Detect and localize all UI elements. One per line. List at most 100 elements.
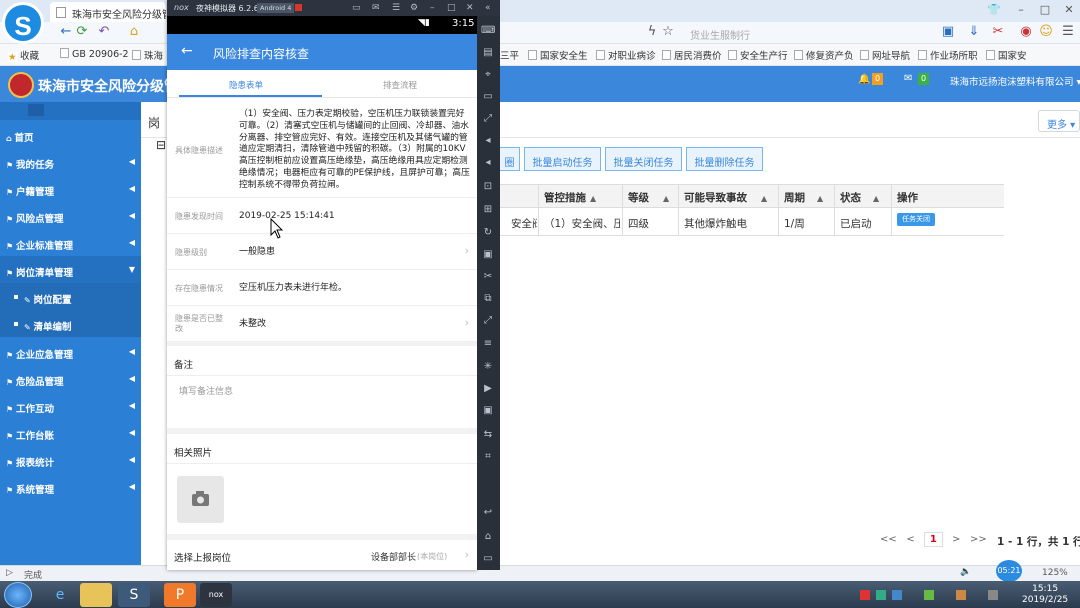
volume-down-icon[interactable]: ◂ xyxy=(481,156,495,170)
bookmark-item[interactable]: 对职业病诊 xyxy=(596,48,656,62)
column-header-status[interactable]: 状态 ▲ xyxy=(840,190,879,205)
star-icon[interactable]: ☆ xyxy=(660,24,676,40)
emu-maximize-icon[interactable]: □ xyxy=(447,3,456,13)
taskbar-clock[interactable]: 15:15 2019/2/25 xyxy=(1022,584,1068,606)
sync-icon[interactable]: ⇆ xyxy=(481,428,495,442)
sidebar-item[interactable]: ⚑ 企业标准管理 ◀ xyxy=(0,229,141,256)
report-row[interactable]: 选择上报岗位 设备部部长 (本岗位) › xyxy=(167,540,477,570)
cut-icon[interactable]: ✂ xyxy=(481,270,495,284)
close-task-button[interactable]: 任务关闭 xyxy=(897,213,935,226)
bookmark-item[interactable]: 国家安 xyxy=(986,48,1027,62)
bookmark-item[interactable]: GB 20906-2 xyxy=(60,48,129,60)
prev-page-button[interactable]: < xyxy=(906,534,914,545)
emu-minimize-icon[interactable]: – xyxy=(430,3,435,13)
emu-screen-icon[interactable]: ▭ xyxy=(352,3,361,13)
content-tab[interactable]: 岗 xyxy=(148,114,160,131)
sidebar-item[interactable]: ⚑ 户籍管理 ◀ xyxy=(0,175,141,202)
remark-input[interactable]: 填写备注信息 xyxy=(167,376,477,428)
lightning-icon[interactable]: ϟ xyxy=(644,24,660,40)
browser-task-icon[interactable]: S xyxy=(118,583,150,607)
minimize-icon[interactable]: – xyxy=(1012,3,1030,19)
android-back-icon[interactable]: ↩ xyxy=(481,506,495,520)
menu-icon[interactable]: ☰ xyxy=(1060,24,1076,40)
maximize-icon[interactable]: □ xyxy=(1036,3,1054,19)
bookmark-item[interactable]: ★ 收藏 xyxy=(8,48,39,63)
mail-icon[interactable]: ▣ xyxy=(940,24,956,40)
sidebar-item[interactable]: ⚑ 风险点管理 ◀ xyxy=(0,202,141,229)
apk-icon[interactable]: ▤ xyxy=(481,46,495,60)
tray-icon[interactable] xyxy=(956,590,966,600)
volume-icon[interactable]: 🔈 xyxy=(960,567,971,577)
sidebar-item[interactable]: ⚑ 报表统计 ◀ xyxy=(0,446,141,473)
sidebar-toggle[interactable] xyxy=(0,102,141,120)
bookmark-item[interactable]: 修复资产负 xyxy=(794,48,854,62)
folder-icon[interactable] xyxy=(80,583,112,607)
smile-icon[interactable]: ☺ xyxy=(1038,24,1054,40)
timer-badge[interactable]: 05:21 xyxy=(996,560,1022,582)
video-icon[interactable]: ▣ xyxy=(481,404,495,418)
tray-icon[interactable] xyxy=(876,590,886,600)
batch-button-partial[interactable]: 圈 xyxy=(500,147,520,171)
emu-collapse-icon[interactable]: « xyxy=(485,3,491,13)
level-row[interactable]: 隐患级别 一般隐患 › xyxy=(167,234,477,270)
browser-tab[interactable]: 珠海市安全风险分级管... xyxy=(50,2,166,22)
volume-up-icon[interactable]: ◂ xyxy=(481,134,495,148)
back-icon[interactable]: ← xyxy=(58,24,74,40)
rotate-icon[interactable]: ↻ xyxy=(481,226,495,240)
location-icon[interactable]: ⌖ xyxy=(481,68,495,82)
macro-icon[interactable]: ▣ xyxy=(481,248,495,262)
close-icon[interactable]: ✕ xyxy=(1060,3,1078,19)
more-icon[interactable]: ≡ xyxy=(481,337,495,351)
loading-icon[interactable]: ✳ xyxy=(481,360,495,374)
batch-delete-button[interactable]: 批量删除任务 xyxy=(686,147,763,171)
alert-icon[interactable] xyxy=(295,4,302,11)
expand-icon[interactable]: ⤢ xyxy=(481,314,495,328)
batch-start-button[interactable]: 批量启动任务 xyxy=(524,147,601,171)
robot-icon[interactable]: ⊞ xyxy=(481,203,495,217)
bookmark-item[interactable]: 作业场所职 xyxy=(918,48,978,62)
tray-icon[interactable] xyxy=(924,590,934,600)
column-header-period[interactable]: 周期 ▲ xyxy=(784,190,823,205)
sidebar-item[interactable]: ⚑ 工作台账 ◀ xyxy=(0,419,141,446)
fullscreen-icon[interactable]: ⤢ xyxy=(481,112,495,126)
fixed-row[interactable]: 隐患是否已整改 未整改 › xyxy=(167,306,477,342)
sidebar-item[interactable]: ⚑ 企业应急管理 ◀ xyxy=(0,338,141,365)
search-input[interactable]: 货业生服制行 xyxy=(690,24,850,42)
tray-icon[interactable] xyxy=(892,590,902,600)
tab-process[interactable]: 排查流程 xyxy=(383,79,417,91)
bookmark-item[interactable]: 网址导航 xyxy=(860,48,910,62)
android-home-icon[interactable]: ⌂ xyxy=(481,530,495,544)
back-arrow-icon[interactable]: ← xyxy=(181,43,193,59)
sidebar-collapse-icon[interactable] xyxy=(28,104,44,116)
company-name[interactable]: 珠海市远扬泡沫塑料有限公司 ▾ xyxy=(950,74,1080,88)
undo-icon[interactable]: ↶ xyxy=(96,24,112,40)
sidebar-item[interactable]: ⌂ 首页 xyxy=(0,121,141,148)
sidebar-item[interactable]: ⚑ 岗位清单管理 ▼ xyxy=(0,256,141,283)
scissors-icon[interactable]: ✂ xyxy=(990,24,1006,40)
batch-close-button[interactable]: 批量关闭任务 xyxy=(605,147,682,171)
zoom-level[interactable]: 125% xyxy=(1042,568,1068,578)
bookmark-item[interactable]: 居民消费价 xyxy=(662,48,722,62)
emu-settings-icon[interactable]: ⚙ xyxy=(410,3,418,13)
mail-icon[interactable]: ✉ xyxy=(904,73,912,84)
refresh-icon[interactable]: ⟳ xyxy=(74,24,90,40)
sidebar-item[interactable]: ⚑ 危险品管理 ◀ xyxy=(0,365,141,392)
ie-icon[interactable]: e xyxy=(44,583,76,607)
record-icon[interactable]: ▶ xyxy=(481,382,495,396)
current-page[interactable]: 1 xyxy=(923,532,943,547)
sidebar-item[interactable]: ✎ 清单编制 xyxy=(0,310,141,337)
bookmark-item[interactable]: 安全生产行 xyxy=(728,48,788,62)
sidebar-item[interactable]: ⚑ 工作互动 ◀ xyxy=(0,392,141,419)
first-page-button[interactable]: << xyxy=(880,534,897,545)
app-task-icon[interactable]: P xyxy=(164,583,196,607)
start-button[interactable] xyxy=(4,582,32,608)
extension-icon[interactable]: ◉ xyxy=(1018,24,1034,40)
bookmark-item[interactable]: 国家安全生 xyxy=(528,48,588,62)
bell-icon[interactable]: 🔔 xyxy=(858,74,870,85)
nox-task-icon[interactable]: nox xyxy=(200,583,232,607)
tab-hazard-form[interactable]: 隐患表单 xyxy=(229,79,263,91)
column-header-accident[interactable]: 可能导致事故 ▲ xyxy=(684,190,767,205)
next-page-button[interactable]: > xyxy=(952,534,960,545)
tray-icon[interactable] xyxy=(988,590,998,600)
tray-icon[interactable] xyxy=(860,590,870,600)
